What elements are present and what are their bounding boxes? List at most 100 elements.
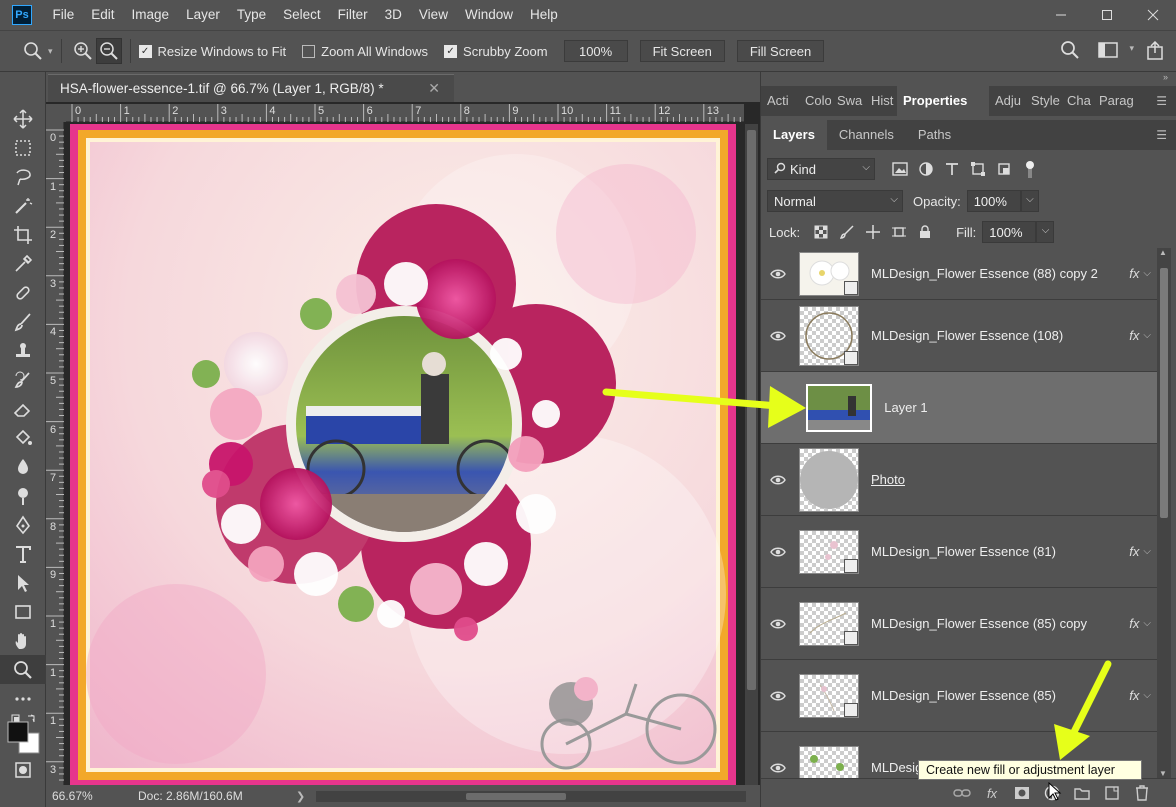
eye-icon[interactable] [761, 618, 795, 630]
adjustment-filter-icon[interactable] [915, 158, 937, 180]
checkbox-unchecked-icon[interactable] [302, 44, 316, 58]
fill-slider-toggle[interactable]: ⌵ [1036, 221, 1055, 243]
document-tab[interactable]: HSA-flower-essence-1.tif @ 66.7% (Layer … [48, 74, 454, 102]
zoom-all-windows-checkbox[interactable]: Zoom All Windows [302, 44, 428, 59]
crop-tool-icon[interactable] [0, 220, 46, 249]
panel-menu-icon[interactable]: ☰ [1156, 94, 1167, 108]
tab-layers[interactable]: Layers [761, 120, 827, 150]
zoom-tool-icon[interactable] [0, 655, 46, 684]
chevron-down-icon[interactable]: ▾ [1129, 43, 1134, 54]
menu-view[interactable]: View [410, 0, 456, 30]
layer-thumbnail[interactable] [799, 251, 859, 296]
more-tools-icon[interactable] [0, 684, 46, 713]
collapse-arrows[interactable]: » [1163, 72, 1168, 82]
tab-adjustments[interactable]: Adju [989, 86, 1025, 116]
layer-thumbnail[interactable] [799, 673, 859, 718]
tab-color[interactable]: Colo [799, 86, 831, 116]
fit-screen-button[interactable]: Fit Screen [639, 40, 725, 62]
eye-icon[interactable] [761, 268, 795, 280]
fill-screen-button[interactable]: Fill Screen [736, 40, 825, 62]
zoom-percent-field[interactable]: 100% [563, 40, 628, 62]
tab-history[interactable]: Hist [865, 86, 897, 116]
lock-pixels-icon[interactable] [836, 221, 858, 243]
canvas[interactable] [66, 124, 742, 785]
tab-channels[interactable]: Channels [827, 120, 906, 150]
tab-actions[interactable]: Acti [761, 86, 799, 116]
zoom-tool-preset-icon[interactable] [20, 38, 46, 64]
chevron-down-icon[interactable]: ▾ [48, 46, 53, 57]
hand-tool-icon[interactable] [0, 626, 46, 655]
tab-styles[interactable]: Style [1025, 86, 1061, 116]
scrollbar-thumb[interactable] [1160, 268, 1168, 518]
new-layer-icon[interactable] [1097, 782, 1127, 804]
folder-icon[interactable] [1067, 782, 1097, 804]
horizontal-ruler[interactable]: 0 1 2 3 4 5 6 7 8 9 10 11 12 13 [66, 104, 744, 122]
layer-thumbnail[interactable] [799, 529, 859, 574]
tab-swatches[interactable]: Swa [831, 86, 865, 116]
eye-icon[interactable] [761, 330, 795, 342]
fx-icon[interactable]: fx [1129, 544, 1139, 559]
blur-tool-icon[interactable] [0, 452, 46, 481]
menu-filter[interactable]: Filter [329, 0, 376, 30]
fx-icon[interactable]: fx [1129, 328, 1139, 343]
layer-thumbnail[interactable] [806, 383, 873, 432]
dodge-tool-icon[interactable] [0, 481, 46, 510]
opacity-slider-toggle[interactable]: ⌵ [1020, 190, 1039, 212]
menu-image[interactable]: Image [123, 0, 178, 30]
menu-help[interactable]: Help [521, 0, 566, 30]
blend-mode-dropdown[interactable]: Normal ⌵ [767, 190, 903, 212]
fx-icon[interactable]: fx [977, 782, 1007, 804]
paint-bucket-tool-icon[interactable] [0, 423, 46, 452]
zoom-in-icon[interactable] [70, 38, 96, 64]
healing-brush-tool-icon[interactable] [0, 278, 46, 307]
layer-name[interactable]: Layer 1 [884, 400, 1157, 415]
layer-name[interactable]: MLDesign_Flower Essence (81) [871, 544, 1129, 559]
tab-paragraph[interactable]: Parag [1093, 86, 1135, 116]
add-mask-icon[interactable] [1007, 782, 1037, 804]
horizontal-scrollbar[interactable] [316, 791, 746, 802]
chevron-down-icon[interactable]: ⌵ [1143, 330, 1151, 341]
adjustment-layer-icon[interactable] [1037, 782, 1067, 804]
scrollbar-thumb[interactable] [466, 793, 566, 800]
layer-name[interactable]: MLDesign_Flower Essence (85) [871, 688, 1129, 703]
menu-select[interactable]: Select [275, 0, 330, 30]
trash-icon[interactable] [1127, 782, 1157, 804]
checkbox-checked-icon[interactable]: ✓ [138, 44, 152, 58]
filter-toggle-icon[interactable] [1019, 158, 1041, 180]
lock-position-icon[interactable] [862, 221, 884, 243]
menu-edit[interactable]: Edit [83, 0, 123, 30]
close-icon[interactable] [1130, 0, 1176, 30]
fx-icon[interactable]: fx [1129, 616, 1139, 631]
scroll-down-icon[interactable]: ▼ [1159, 769, 1167, 778]
layer-thumbnail[interactable] [799, 305, 859, 366]
image-filter-icon[interactable] [889, 158, 911, 180]
path-selection-tool-icon[interactable] [0, 568, 46, 597]
eye-icon[interactable] [761, 546, 795, 558]
link-layers-icon[interactable] [947, 782, 977, 804]
eraser-tool-icon[interactable] [0, 394, 46, 423]
search-icon[interactable] [1060, 40, 1080, 63]
marquee-tool-icon[interactable] [0, 133, 46, 162]
scrubby-zoom-checkbox[interactable]: ✓ Scrubby Zoom [444, 44, 548, 59]
layer-name[interactable]: Photo [871, 472, 1157, 487]
layer-row[interactable]: MLDesign_Flower Essence (85) fx ⌵ [761, 660, 1157, 732]
quick-mask-icon[interactable] [0, 755, 46, 784]
restore-icon[interactable] [1084, 0, 1130, 30]
scroll-up-icon[interactable]: ▲ [1159, 248, 1167, 257]
eye-icon[interactable] [761, 474, 795, 486]
smart-object-filter-icon[interactable] [993, 158, 1015, 180]
layer-row-selected[interactable]: ↲ Layer 1 [761, 372, 1157, 444]
lock-all-icon[interactable] [914, 221, 936, 243]
type-filter-icon[interactable] [941, 158, 963, 180]
layer-row[interactable]: MLDesign_Flower Essence (81) fx ⌵ [761, 516, 1157, 588]
stamp-tool-icon[interactable] [0, 336, 46, 365]
document-scrollbar[interactable] [745, 124, 758, 785]
chevron-down-icon[interactable]: ⌵ [1143, 618, 1151, 629]
resize-windows-checkbox[interactable]: ✓ Resize Windows to Fit [138, 44, 286, 59]
panel-menu-icon[interactable]: ☰ [1156, 128, 1167, 142]
share-icon[interactable] [1146, 40, 1164, 64]
menu-window[interactable]: Window [456, 0, 521, 30]
fx-icon[interactable]: fx [1129, 266, 1139, 281]
layer-thumbnail[interactable] [799, 447, 859, 512]
eye-icon[interactable] [761, 690, 795, 702]
